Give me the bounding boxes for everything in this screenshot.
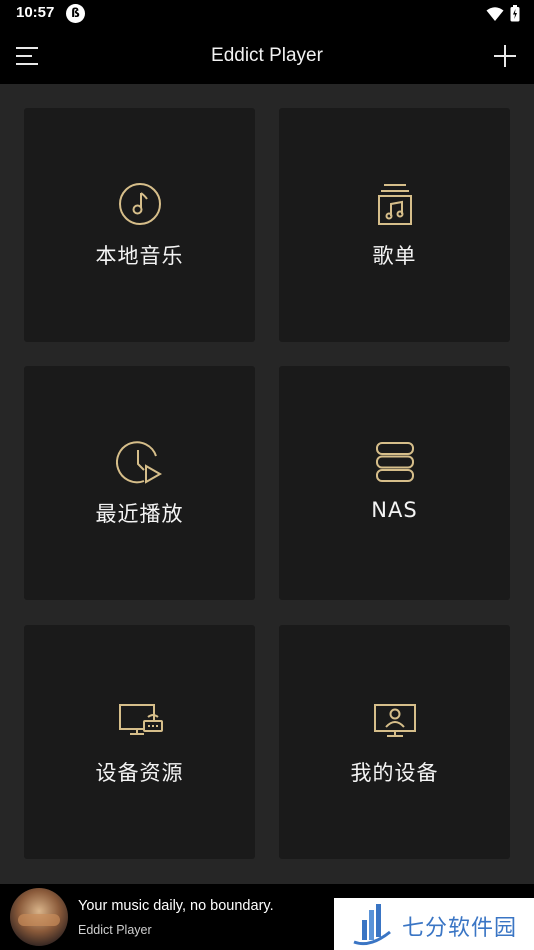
tile-device-resources[interactable]: 设备资源 <box>24 625 255 859</box>
watermark: 七分软件园 <box>334 898 534 950</box>
album-art[interactable] <box>10 888 68 946</box>
battery-icon <box>510 5 520 22</box>
plus-icon <box>494 45 516 67</box>
tile-label: 歌单 <box>372 244 417 268</box>
tile-label: 设备资源 <box>95 761 184 785</box>
music-disc-icon <box>118 183 161 225</box>
playlist-icon <box>377 184 412 225</box>
app-title: Eddict Player <box>211 45 323 66</box>
tile-recent-play[interactable]: 最近播放 <box>24 366 255 600</box>
tile-label: 最近播放 <box>95 502 184 526</box>
device-resources-icon <box>118 704 163 735</box>
wifi-icon <box>486 6 504 21</box>
player-artist: Eddict Player <box>78 923 152 937</box>
tile-label: 本地音乐 <box>95 244 184 268</box>
app-bar: Eddict Player <box>0 28 534 84</box>
tile-my-device[interactable]: 我的设备 <box>279 625 510 859</box>
status-bar: 10:57 ß <box>0 0 534 28</box>
app-notification-icon: ß <box>66 4 85 23</box>
nas-server-icon <box>375 442 414 482</box>
tile-nas[interactable]: NAS <box>279 366 510 600</box>
player-track-title: Your music daily, no boundary. <box>78 898 274 914</box>
tile-label: 我的设备 <box>350 761 439 785</box>
recent-play-icon <box>115 441 162 484</box>
status-time: 10:57 <box>16 4 55 21</box>
watermark-logo-icon <box>353 904 391 946</box>
watermark-text: 七分软件园 <box>402 916 518 941</box>
tile-local-music[interactable]: 本地音乐 <box>24 108 255 342</box>
add-button[interactable] <box>492 43 518 69</box>
status-indicators <box>486 5 520 22</box>
my-device-icon <box>373 704 416 737</box>
tile-playlist[interactable]: 歌单 <box>279 108 510 342</box>
tile-label: NAS <box>371 498 418 522</box>
